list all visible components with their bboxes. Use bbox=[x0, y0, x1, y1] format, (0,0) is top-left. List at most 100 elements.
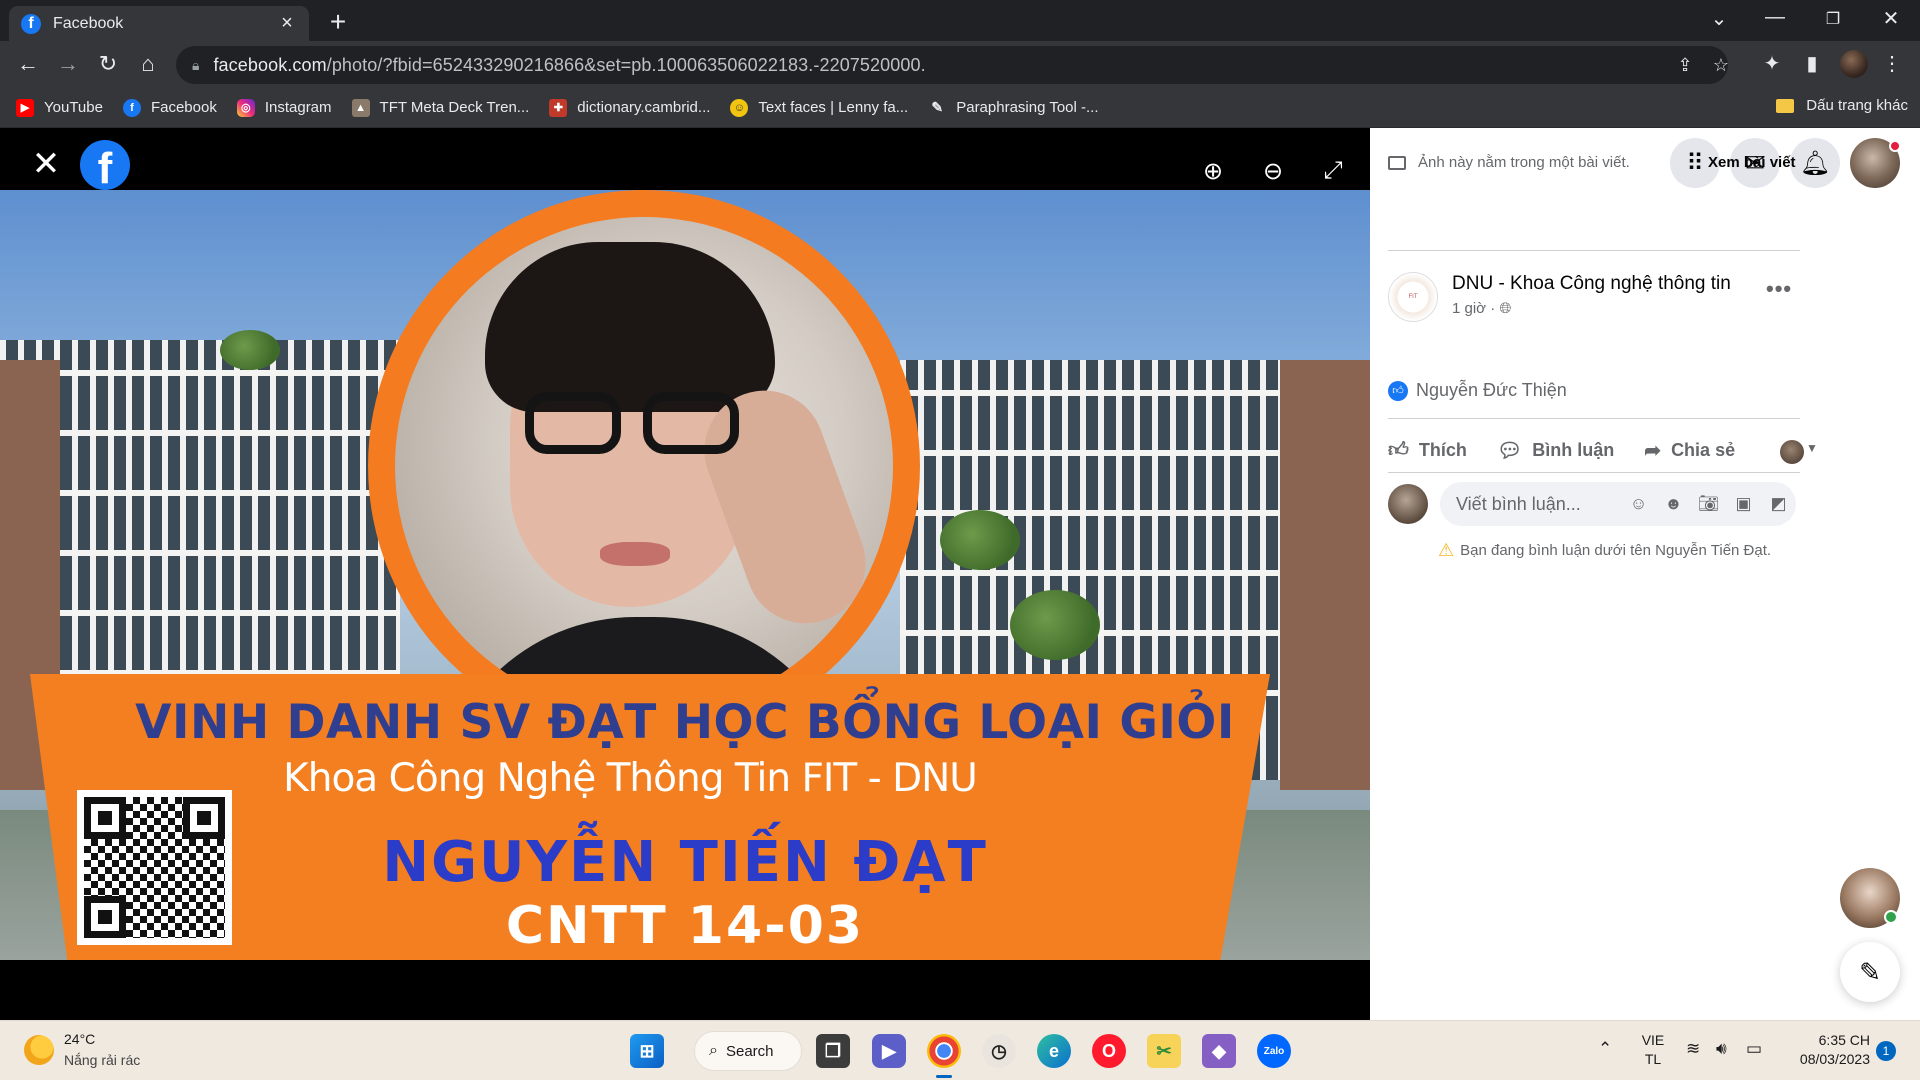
back-button[interactable]: ← bbox=[14, 50, 42, 78]
fullscreen-icon[interactable]: ⤢ bbox=[1312, 150, 1354, 192]
more-options-icon[interactable]: ••• bbox=[1766, 276, 1792, 302]
lock-icon[interactable]: 🔒︎ bbox=[192, 57, 199, 74]
page-avatar[interactable]: FIT bbox=[1388, 272, 1438, 322]
page-name[interactable]: DNU - Khoa Công nghệ thông tin bbox=[1452, 273, 1731, 295]
clock-app-icon[interactable]: ◷ bbox=[982, 1034, 1016, 1068]
bookmarks-bar: ▶ YouTube f Facebook ◎ Instagram ▲ TFT M… bbox=[0, 88, 1920, 128]
visual-studio-icon[interactable]: ◆ bbox=[1202, 1034, 1236, 1068]
warning-icon: ⚠ bbox=[1438, 540, 1455, 560]
folder-icon bbox=[1776, 98, 1795, 113]
bookmark-cambridge[interactable]: ✚ dictionary.cambrid... bbox=[549, 98, 711, 117]
bookmark-label: dictionary.cambrid... bbox=[577, 99, 711, 116]
compose-icon: ✎ bbox=[1859, 956, 1881, 987]
post-time[interactable]: 1 giờ · 🌐︎ bbox=[1452, 300, 1511, 317]
edge-icon[interactable]: e bbox=[1037, 1034, 1071, 1068]
restore-button[interactable]: ❐ bbox=[1818, 9, 1848, 29]
task-view-icon[interactable]: ❐ bbox=[816, 1034, 850, 1068]
minimize-button[interactable]: — bbox=[1760, 6, 1790, 29]
portrait-glasses bbox=[525, 392, 745, 462]
language-code: VIE bbox=[1641, 1032, 1665, 1048]
start-windows-icon[interactable]: ⊞ bbox=[630, 1034, 664, 1068]
wifi-icon[interactable]: ≋ bbox=[1686, 1039, 1700, 1059]
tree bbox=[220, 330, 280, 370]
bookmark-lenny-faces[interactable]: ☺ Text faces | Lenny fa... bbox=[730, 98, 908, 117]
zoom-out-icon[interactable]: ⊖ bbox=[1252, 150, 1294, 192]
youtube-icon: ▶ bbox=[16, 98, 34, 117]
actor-avatar[interactable] bbox=[1780, 440, 1804, 464]
post-side-panel: ⠿ ✉ 🔔︎ Ảnh này nằm trong một bài viết. X… bbox=[1370, 128, 1920, 1020]
browser-tab-facebook[interactable]: f Facebook × bbox=[9, 6, 309, 41]
url-path: /photo/?fbid=652433290216866&set=pb.1000… bbox=[326, 54, 926, 75]
chat-meet-icon[interactable]: ▶ bbox=[872, 1034, 906, 1068]
avatar-sticker-icon[interactable]: ☺︎ bbox=[1621, 494, 1656, 514]
extensions-puzzle-icon[interactable]: ✦ bbox=[1758, 50, 1786, 78]
browser-profile-avatar[interactable] bbox=[1840, 50, 1868, 78]
thumbs-up-icon: 👍︎ bbox=[1388, 439, 1409, 461]
bookmark-paraphrasing-tool[interactable]: ✎ Paraphrasing Tool -... bbox=[928, 99, 1098, 117]
like-button[interactable]: 👍︎ Thích bbox=[1388, 438, 1467, 462]
bookmark-star-icon[interactable]: ☆ bbox=[1710, 54, 1732, 76]
browser-toolbar: ← → ↻ ⌂ 🔒︎ facebook.com/photo/?fbid=6524… bbox=[0, 41, 1920, 88]
tab-search-chevron-icon[interactable]: ⌄ bbox=[1704, 6, 1734, 31]
home-button[interactable]: ⌂ bbox=[134, 50, 162, 78]
notification-count-badge[interactable]: 1 bbox=[1876, 1041, 1896, 1061]
bookmark-label: TFT Meta Deck Tren... bbox=[379, 99, 530, 116]
weather-temperature[interactable]: 24°C bbox=[64, 1031, 95, 1047]
post-photo[interactable]: VINH DANH SV ĐẠT HỌC BỔNG LOẠI GIỎI Khoa… bbox=[0, 190, 1370, 960]
facebook-icon: f bbox=[122, 98, 141, 117]
volume-icon[interactable]: 🔊︎ bbox=[1716, 1039, 1727, 1059]
close-window-button[interactable]: ✕ bbox=[1876, 6, 1906, 31]
comment-identity-warning: ⚠ Bạn đang bình luận dưới tên Nguyễn Tiế… bbox=[1438, 540, 1771, 561]
taskbar-search[interactable]: ⌕ Search bbox=[694, 1031, 802, 1071]
address-bar[interactable]: 🔒︎ facebook.com/photo/?fbid=652433290216… bbox=[176, 46, 1729, 84]
close-tab-icon[interactable]: × bbox=[277, 12, 297, 35]
comment-tools: ☺︎ ☻ 📷︎ ▣ ◩ bbox=[1621, 494, 1796, 514]
emoji-icon[interactable]: ☻ bbox=[1656, 494, 1691, 514]
see-post-link[interactable]: Xem bài viết bbox=[1708, 154, 1796, 171]
clock-date: 08/03/2023 bbox=[1799, 1051, 1870, 1067]
reactions-summary[interactable]: 👍︎ Nguyễn Đức Thiện bbox=[1388, 380, 1567, 401]
snipping-tool-icon[interactable]: ✂ bbox=[1147, 1034, 1181, 1068]
forward-button[interactable]: → bbox=[54, 50, 82, 78]
share-button[interactable]: ➦ Chia sẻ bbox=[1644, 438, 1735, 463]
browser-menu-icon[interactable]: ⋮ bbox=[1878, 50, 1906, 78]
qr-finder bbox=[84, 797, 126, 839]
gif-icon[interactable]: ▣ bbox=[1726, 494, 1761, 514]
input-language[interactable]: VIE TL bbox=[1638, 1031, 1668, 1069]
weather-description[interactable]: Nắng rải rác bbox=[64, 1052, 140, 1068]
system-clock[interactable]: 6:35 CH 08/03/2023 bbox=[1786, 1031, 1870, 1069]
zalo-icon[interactable]: Zalo bbox=[1257, 1034, 1291, 1068]
clock-time: 6:35 CH bbox=[1818, 1032, 1870, 1048]
comment-input[interactable]: Viết bình luận... ☺︎ ☻ 📷︎ ▣ ◩ bbox=[1440, 482, 1796, 526]
bookmark-label: Instagram bbox=[264, 99, 332, 116]
other-bookmarks-folder[interactable]: Dấu trang khác bbox=[1776, 97, 1908, 114]
close-viewer-icon[interactable]: ✕ bbox=[30, 147, 62, 181]
opera-icon[interactable]: O bbox=[1092, 1034, 1126, 1068]
chrome-icon[interactable] bbox=[927, 1034, 961, 1068]
building-floor bbox=[0, 430, 400, 436]
qr-finder bbox=[183, 797, 225, 839]
glasses-lens bbox=[525, 392, 621, 454]
commenter-avatar[interactable] bbox=[1388, 484, 1428, 524]
comment-button[interactable]: 💬︎ Bình luận bbox=[1497, 438, 1614, 463]
caret-down-icon[interactable]: ▼ bbox=[1806, 441, 1818, 455]
battery-icon[interactable]: ▭ bbox=[1746, 1039, 1762, 1059]
side-panel-icon[interactable]: ▮ bbox=[1798, 50, 1826, 78]
facebook-logo-icon[interactable]: f bbox=[80, 140, 130, 193]
sticker-icon[interactable]: ◩ bbox=[1761, 494, 1796, 514]
new-message-button[interactable]: ✎ bbox=[1840, 942, 1900, 1002]
divider bbox=[1388, 250, 1800, 251]
reload-button[interactable]: ↻ bbox=[94, 50, 122, 78]
bookmark-facebook[interactable]: f Facebook bbox=[122, 98, 217, 117]
bookmark-youtube[interactable]: ▶ YouTube bbox=[16, 98, 103, 117]
notice-text: Ảnh này nằm trong một bài viết. bbox=[1418, 154, 1630, 171]
share-icon[interactable]: ⇪ bbox=[1674, 54, 1696, 76]
bookmark-instagram[interactable]: ◎ Instagram bbox=[236, 98, 332, 117]
show-hidden-icons-chevron[interactable]: ⌃ bbox=[1598, 1039, 1612, 1059]
weather-sun-icon[interactable] bbox=[24, 1035, 54, 1065]
new-tab-button[interactable]: + bbox=[324, 8, 352, 36]
building-floor bbox=[0, 490, 400, 496]
camera-icon[interactable]: 📷︎ bbox=[1691, 494, 1726, 514]
bookmark-tft[interactable]: ▲ TFT Meta Deck Tren... bbox=[351, 98, 530, 117]
zoom-in-icon[interactable]: ⊕ bbox=[1192, 150, 1234, 192]
